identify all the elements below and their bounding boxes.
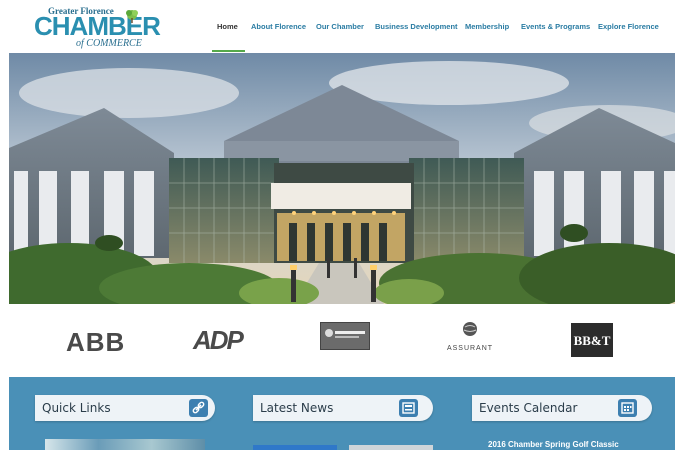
latest-news-title: Latest News bbox=[260, 401, 334, 415]
sponsor-assurant[interactable]: ASSURANT bbox=[440, 321, 500, 355]
nav-explore-florence[interactable]: Explore Florence bbox=[598, 22, 659, 31]
quick-links-header[interactable]: Quick Links bbox=[35, 395, 215, 421]
news-thumbnail-1[interactable] bbox=[253, 445, 337, 450]
logo-line2: CHAMBER bbox=[34, 11, 161, 41]
sponsor-adp-logo: ADP bbox=[193, 325, 244, 355]
events-calendar-header[interactable]: Events Calendar bbox=[472, 395, 652, 421]
news-thumbnail-2[interactable] bbox=[349, 445, 433, 450]
sponsor-adp[interactable]: ADP bbox=[193, 325, 244, 356]
nav-membership[interactable]: Membership bbox=[465, 22, 509, 31]
site-header: Greater Florence CHAMBER of COMMERCE Hom… bbox=[0, 0, 675, 54]
logo-line3: of COMMERCE bbox=[76, 38, 142, 49]
latest-news-header[interactable]: Latest News bbox=[253, 395, 433, 421]
sponsor-abb-logo: ABB bbox=[66, 327, 126, 357]
active-nav-indicator bbox=[212, 50, 245, 52]
sponsor-assurant-label: ASSURANT bbox=[446, 345, 494, 352]
nav-about-florence[interactable]: About Florence bbox=[251, 22, 306, 31]
sponsor-bbt-logo: BB&T bbox=[573, 333, 611, 348]
sponsor-strip: ABB ADP ASSURANT BB&T bbox=[0, 305, 675, 377]
sponsor-bbt[interactable]: BB&T bbox=[571, 323, 613, 357]
sponsor-abb[interactable]: ABB bbox=[66, 327, 125, 358]
events-calendar-title: Events Calendar bbox=[479, 401, 578, 415]
sponsor-third[interactable] bbox=[320, 322, 370, 350]
nav-business-development[interactable]: Business Development bbox=[375, 22, 458, 31]
quick-links-thumbnail[interactable] bbox=[45, 439, 205, 450]
hero-image bbox=[9, 53, 675, 304]
chamber-logo[interactable]: Greater Florence CHAMBER of COMMERCE bbox=[34, 6, 161, 50]
event-item-title[interactable]: 2016 Chamber Spring Golf Classic bbox=[488, 440, 619, 449]
leaf-icon bbox=[126, 10, 138, 23]
nav-events-programs[interactable]: Events & Programs bbox=[521, 22, 590, 31]
calendar-icon[interactable] bbox=[618, 399, 637, 417]
quick-links-title: Quick Links bbox=[42, 401, 111, 415]
news-icon[interactable] bbox=[399, 399, 418, 417]
globe-icon bbox=[463, 322, 477, 336]
nav-our-chamber[interactable]: Our Chamber bbox=[316, 22, 364, 31]
link-icon[interactable] bbox=[189, 399, 208, 417]
sponsor-logo-icon bbox=[325, 329, 365, 338]
nav-home[interactable]: Home bbox=[217, 22, 238, 31]
